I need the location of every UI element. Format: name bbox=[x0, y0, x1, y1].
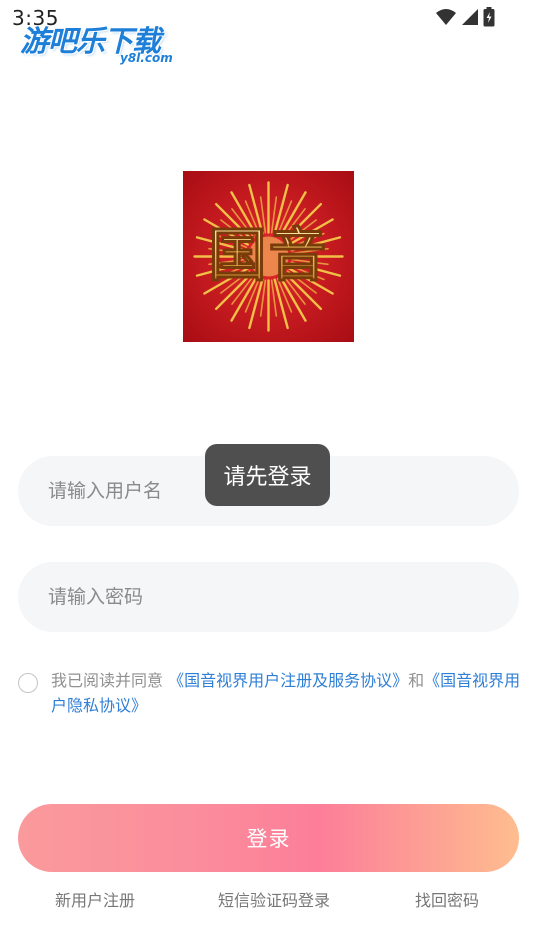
service-agreement-link[interactable]: 《国音视界用户注册及服务协议》 bbox=[168, 671, 408, 690]
app-logo-image: 国音 bbox=[183, 171, 354, 342]
agreement-conjunction: 和 bbox=[408, 671, 425, 690]
wifi-icon bbox=[436, 9, 456, 25]
signal-icon bbox=[462, 9, 478, 25]
register-link[interactable]: 新用户注册 bbox=[55, 887, 135, 911]
app-logo: 国音 bbox=[183, 171, 354, 342]
agreement-prefix: 我已阅读并同意 bbox=[51, 671, 169, 690]
login-button[interactable]: 登录 bbox=[18, 804, 519, 872]
toast-message: 请先登录 bbox=[205, 444, 330, 506]
sms-login-link[interactable]: 短信验证码登录 bbox=[218, 887, 330, 911]
status-icons bbox=[435, 7, 495, 27]
bottom-links: 新用户注册 短信验证码登录 找回密码 bbox=[0, 887, 535, 911]
watermark-logo: 游吧乐下载 y8l.com bbox=[20, 18, 190, 68]
forgot-password-link[interactable]: 找回密码 bbox=[415, 887, 479, 911]
toast-text: 请先登录 bbox=[223, 465, 312, 490]
battery-icon bbox=[483, 7, 495, 27]
app-logo-text: 国音 bbox=[208, 221, 328, 289]
password-input[interactable] bbox=[18, 562, 519, 632]
agreement-text: 我已阅读并同意 《国音视界用户注册及服务协议》和《国音视界用户隐私协议》 bbox=[51, 668, 521, 718]
watermark-subtext: y8l.com bbox=[120, 51, 173, 65]
agreement-checkbox[interactable] bbox=[18, 673, 38, 693]
